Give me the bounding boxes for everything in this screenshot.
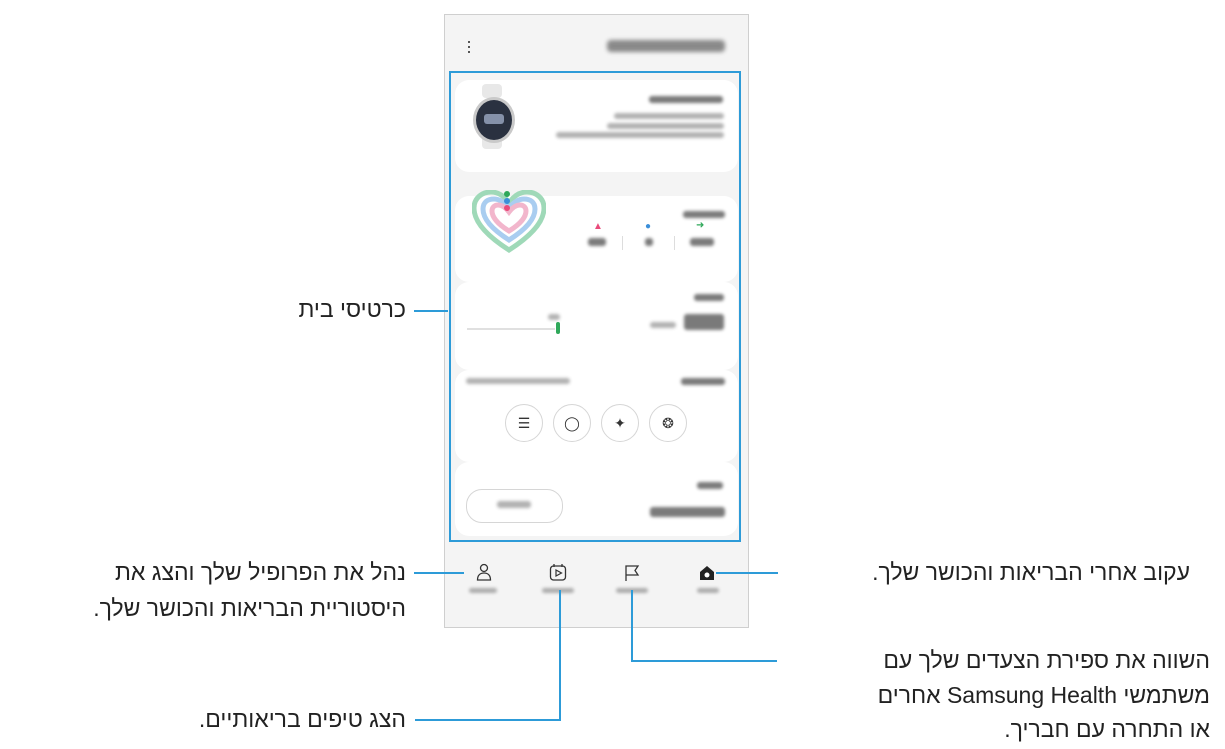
tips-callout: הצג טיפים בריאותיים. bbox=[198, 706, 406, 732]
compare-callout-line-2: משתמשי Samsung Health אחרים bbox=[877, 682, 1210, 708]
callout-leader-lines bbox=[414, 310, 778, 721]
profile-callout-line-1: נהל את הפרופיל שלך והצג את bbox=[115, 559, 406, 585]
compare-callout-line-1: השווה את ספירת הצעדים שלך עם bbox=[883, 647, 1210, 673]
track-health-callout: עקוב אחרי הבריאות והכושר שלך. bbox=[872, 559, 1190, 585]
home-cards-callout: כרטיסי בית bbox=[298, 296, 407, 322]
compare-callout-line-3: או התחרה עם חבריך. bbox=[1004, 716, 1210, 742]
profile-callout-line-2: היסטוריית הבריאות והכושר שלך. bbox=[93, 595, 406, 621]
